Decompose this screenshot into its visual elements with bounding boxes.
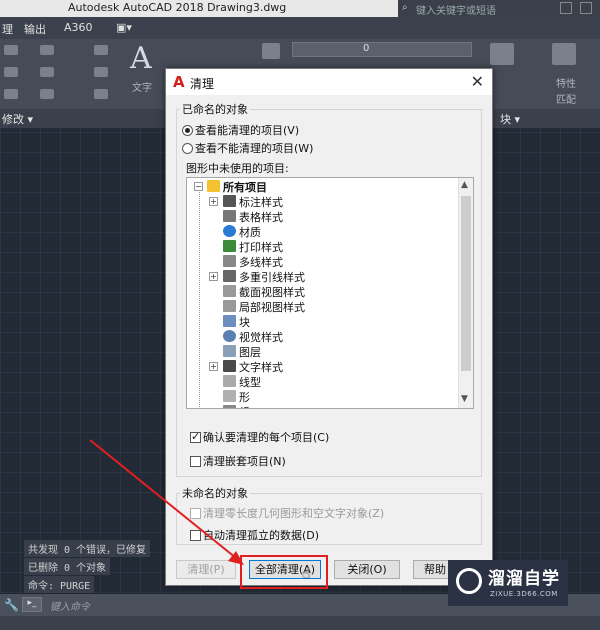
tree-guide-line <box>199 192 200 407</box>
array-tool-icon[interactable] <box>40 67 54 77</box>
explode-tool-icon[interactable] <box>94 67 108 77</box>
fillet-tool-icon[interactable] <box>4 67 18 77</box>
auto-purge-orphan-checkbox[interactable]: 自动清理孤立的数据(D) <box>190 527 319 543</box>
expand-icon[interactable]: + <box>209 197 218 206</box>
tab-extra[interactable]: ▣▾ <box>116 21 132 34</box>
search-placeholder: 键入关键字或短语 <box>416 6 496 17</box>
window-buttons[interactable] <box>556 0 600 17</box>
command-prompt-icon[interactable]: ▸_ <box>22 597 42 612</box>
status-bar <box>0 616 600 630</box>
radio-view-nonpurgeable[interactable]: 查看不能清理的项目(W) <box>182 140 313 156</box>
text-tool-icon[interactable]: A <box>130 41 152 76</box>
shape-icon <box>223 390 236 402</box>
radio-view-purgeable[interactable]: 查看能清理的项目(V) <box>182 122 299 138</box>
radio-dot-icon <box>182 125 193 136</box>
offset-tool-icon[interactable] <box>94 89 108 99</box>
command-history-line: 共发现 0 个错误，已修复 <box>24 540 151 557</box>
linetype-icon <box>223 375 236 387</box>
tab-output[interactable]: 输出 <box>24 21 46 37</box>
purge-nested-checkbox[interactable]: 清理嵌套项目(N) <box>190 453 286 469</box>
section-view-style-icon <box>223 285 236 297</box>
material-icon <box>223 225 236 237</box>
unused-items-tree[interactable]: − 所有项目 + 标注样式 表格样式 材质 打印样式 多线样式 + 多重引线样式… <box>186 177 474 409</box>
wrench-icon[interactable]: 🔧 <box>4 598 19 612</box>
tab-manage[interactable]: 理 <box>2 21 13 37</box>
group-tool-icon[interactable] <box>490 43 514 65</box>
scroll-thumb[interactable] <box>461 196 471 371</box>
block-icon <box>223 315 236 327</box>
autocad-logo-icon: A <box>173 73 185 91</box>
text-style-icon <box>223 360 236 372</box>
visual-style-icon <box>223 330 236 342</box>
command-history-line: 已删除 0 个对象 <box>24 558 111 575</box>
plot-style-icon <box>223 240 236 252</box>
checkbox-icon <box>190 530 201 541</box>
layer-value: 0 <box>363 43 370 54</box>
mouse-cursor-icon: ☝ <box>302 566 311 582</box>
search-icon: ⌕ <box>402 2 408 13</box>
close-button[interactable]: 关闭(O) <box>334 560 400 579</box>
help-search-box[interactable]: ⌕ 键入关键字或短语 <box>398 0 556 17</box>
layer-dropdown[interactable]: 0 <box>292 42 472 57</box>
annotation-highlight-box <box>240 555 328 589</box>
command-history-line: 命令: PURGE <box>24 576 95 593</box>
ribbon-tab-bar: 理 输出 A360 ▣▾ <box>0 17 600 39</box>
scroll-up-icon[interactable]: ▲ <box>461 180 468 190</box>
watermark: 溜溜自学 ZIXUE.3D66.COM <box>448 560 568 606</box>
collapse-icon[interactable]: − <box>194 182 203 191</box>
block-panel-label[interactable]: 块 ▾ <box>500 111 520 127</box>
trim-tool-icon[interactable] <box>4 89 18 99</box>
multiline-style-icon <box>223 255 236 267</box>
expand-icon[interactable]: + <box>209 362 218 371</box>
match-properties-icon[interactable] <box>552 43 576 65</box>
copy-tool-icon[interactable] <box>40 89 54 99</box>
layer-properties-icon[interactable] <box>262 43 280 59</box>
layer-icon <box>223 345 236 357</box>
all-items-icon <box>207 180 220 192</box>
purge-zero-length-checkbox[interactable]: 清理零长度几何图形和空文字对象(Z) <box>190 505 384 521</box>
checkbox-icon <box>190 430 201 443</box>
checkbox-icon <box>190 456 201 467</box>
watermark-url: ZIXUE.3D66.COM <box>490 590 558 598</box>
purge-dialog: A 清理 ✕ 已命名的对象 查看能清理的项目(V) 查看不能清理的项目(W) 图… <box>165 68 493 586</box>
expand-icon[interactable]: + <box>209 272 218 281</box>
tab-a360[interactable]: A360 <box>64 21 93 34</box>
scale-tool-icon[interactable] <box>94 45 108 55</box>
dimension-style-icon <box>223 195 236 207</box>
purge-button[interactable]: 清理(P) <box>176 560 236 579</box>
radio-dot-icon <box>182 143 193 154</box>
table-style-icon <box>223 210 236 222</box>
modify-panel-label[interactable]: 修改 ▾ <box>2 111 33 127</box>
title-bar: Autodesk AutoCAD 2018 Drawing3.dwg ⌕ 键入关… <box>0 0 600 17</box>
named-objects-label: 已命名的对象 <box>180 101 250 117</box>
scroll-down-icon[interactable]: ▼ <box>461 394 468 404</box>
mirror-tool-icon[interactable] <box>40 45 54 55</box>
close-icon[interactable]: ✕ <box>471 72 484 91</box>
properties-label: 特性 <box>556 79 576 90</box>
confirm-each-checkbox[interactable]: 确认要清理的每个项目(C) <box>190 429 329 445</box>
match-label: 匹配 <box>556 95 576 106</box>
window-title: Autodesk AutoCAD 2018 Drawing3.dwg <box>68 1 287 14</box>
unused-items-label: 图形中未使用的项目: <box>186 162 289 175</box>
dialog-title-bar: A 清理 ✕ <box>166 69 492 95</box>
dialog-title: 清理 <box>190 77 215 91</box>
user-icon[interactable] <box>560 2 572 14</box>
tree-scrollbar[interactable]: ▲ ▼ <box>458 178 473 408</box>
watermark-title: 溜溜自学 <box>488 569 560 589</box>
command-input[interactable]: 键入命令 <box>50 598 90 613</box>
multileader-style-icon <box>223 270 236 282</box>
text-tool-label: 文字 <box>132 83 152 94</box>
modify-tool-icon[interactable] <box>4 45 18 55</box>
menu-icon[interactable] <box>580 2 592 14</box>
watermark-logo-icon <box>456 568 482 594</box>
group-icon <box>223 405 236 408</box>
checkbox-icon <box>190 508 201 519</box>
unnamed-objects-label: 未命名的对象 <box>180 485 250 501</box>
detail-view-style-icon <box>223 300 236 312</box>
